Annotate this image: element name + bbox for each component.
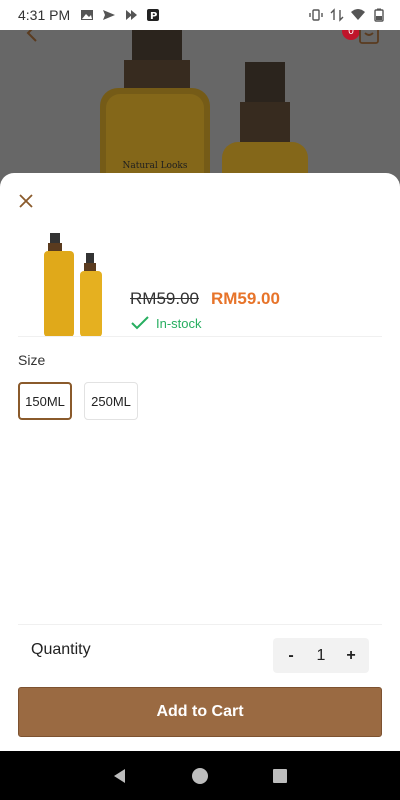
svg-text:P: P [150,11,157,22]
image-icon [81,10,94,20]
wifi-icon [351,9,365,20]
original-price: RM59.00 [130,289,199,308]
home-icon[interactable] [190,766,210,786]
quantity-value: 1 [316,646,326,664]
increase-quantity-button[interactable]: + [343,647,359,665]
divider [18,624,382,625]
size-label: Size [18,352,46,368]
size-option-250ml[interactable]: 250ML [84,382,138,420]
media-icon [126,10,138,20]
close-icon[interactable] [16,191,36,211]
add-to-cart-button[interactable]: Add to Cart [18,687,382,737]
check-icon [131,316,149,330]
quantity-label: Quantity [31,641,91,658]
stock-status-text: In-stock [156,315,202,331]
recents-icon[interactable] [270,766,290,786]
quantity-stepper: - 1 + [273,638,369,673]
divider [18,336,382,337]
price-row: RM59.00 RM59.00 [130,289,280,309]
navigation-bar [0,751,400,800]
status-time: 4:31 PM [18,7,71,23]
status-bar: 4:31 PM P [0,0,400,30]
sale-price: RM59.00 [210,289,280,308]
vibrate-icon [309,9,323,21]
size-options: 150ML 250ML [18,382,138,420]
back-icon[interactable] [110,766,130,786]
send-icon [103,10,116,20]
size-option-150ml[interactable]: 150ML [18,382,72,420]
stock-status: In-stock [130,315,202,331]
battery-icon [374,8,384,22]
parking-icon: P [147,9,160,22]
product-thumbnail [44,233,102,337]
product-options-sheet: RM59.00 RM59.00 In-stock Size 150ML 250M… [0,173,400,751]
decrease-quantity-button[interactable]: - [283,647,299,665]
data-transfer-icon [330,8,344,22]
